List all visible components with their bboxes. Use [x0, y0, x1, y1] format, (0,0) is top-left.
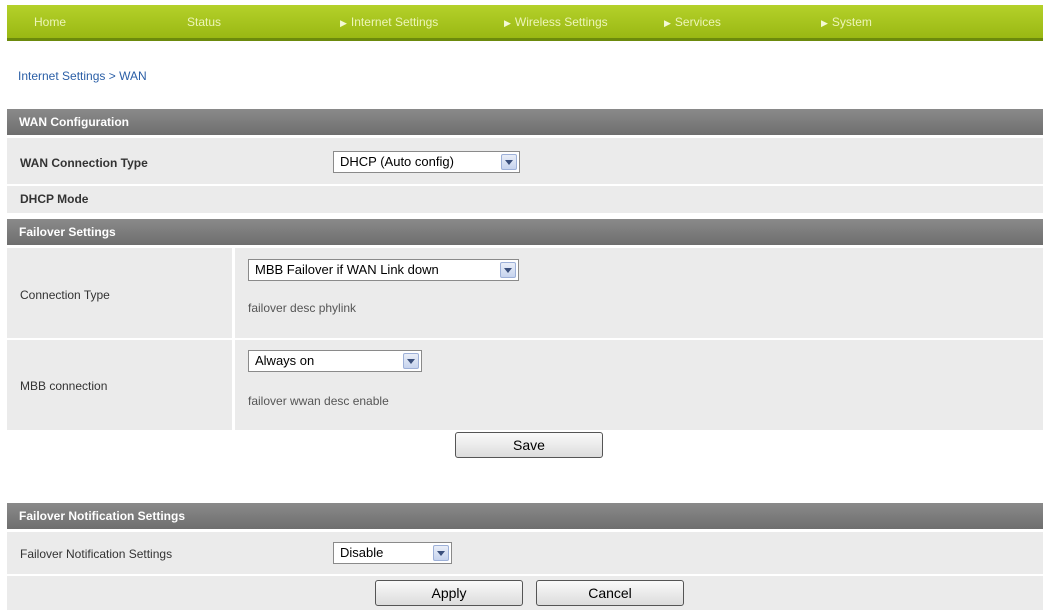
triangle-right-icon: ▶ — [340, 18, 347, 28]
save-button[interactable]: Save — [455, 432, 603, 458]
dhcp-mode-label: DHCP Mode — [20, 192, 89, 206]
wan-connection-type-value: DHCP (Auto config) — [340, 154, 454, 169]
mbb-connection-value: Always on — [255, 353, 315, 368]
mbb-connection-select[interactable]: Always on — [248, 350, 422, 372]
breadcrumb: Internet Settings > WAN — [18, 69, 147, 83]
chevron-down-icon — [500, 262, 516, 278]
mbb-connection-label: MBB connection — [20, 379, 108, 393]
failover-connection-type-select[interactable]: MBB Failover if WAN Link down — [248, 259, 519, 281]
top-nav-bar: Home Status ▶ Internet Settings ▶ Wireless… — [7, 5, 1043, 41]
wan-connection-type-label: WAN Connection Type — [20, 156, 148, 170]
apply-button[interactable]: Apply — [375, 580, 523, 606]
action-buttons-row: Apply Cancel — [7, 576, 1043, 610]
wan-connection-type-row: WAN Connection Type DHCP (Auto config) — [7, 138, 1043, 184]
mbb-connection-desc: failover wwan desc enable — [248, 394, 389, 408]
triangle-right-icon: ▶ — [504, 18, 511, 28]
cancel-button[interactable]: Cancel — [536, 580, 684, 606]
failover-connection-type-value: MBB Failover if WAN Link down — [255, 262, 439, 277]
nav-home[interactable]: Home — [34, 15, 66, 29]
wan-connection-type-select[interactable]: DHCP (Auto config) — [333, 151, 520, 173]
mbb-connection-field-cell: Always on failover wwan desc enable — [235, 340, 1043, 430]
nav-internet-settings-label: Internet Settings — [350, 15, 439, 29]
dhcp-mode-row: DHCP Mode — [7, 186, 1043, 213]
failover-settings-header: Failover Settings — [7, 219, 1043, 245]
nav-internet-settings[interactable]: ▶ Internet Settings — [340, 15, 438, 29]
nav-services[interactable]: ▶ Services — [664, 15, 721, 29]
chevron-down-icon — [433, 545, 449, 561]
failover-notification-select[interactable]: Disable — [333, 542, 452, 564]
triangle-right-icon: ▶ — [664, 18, 671, 28]
failover-connection-type-field-cell: MBB Failover if WAN Link down failover d… — [235, 248, 1043, 338]
chevron-down-icon — [403, 353, 419, 369]
nav-system[interactable]: ▶ System — [821, 15, 872, 29]
nav-services-label: Services — [674, 15, 721, 29]
failover-connection-type-label: Connection Type — [20, 288, 110, 302]
chevron-down-icon — [501, 154, 517, 170]
failover-notification-value: Disable — [340, 545, 384, 560]
failover-notification-label: Failover Notification Settings — [20, 547, 173, 561]
nav-wireless-settings-label: Wireless Settings — [514, 15, 608, 29]
triangle-right-icon: ▶ — [821, 18, 828, 28]
failover-connection-type-label-cell: Connection Type — [7, 248, 232, 338]
nav-system-label: System — [831, 15, 872, 29]
nav-status[interactable]: Status — [187, 15, 221, 29]
failover-notification-row: Failover Notification Settings Disable — [7, 532, 1043, 574]
nav-wireless-settings[interactable]: ▶ Wireless Settings — [504, 15, 608, 29]
failover-connection-type-desc: failover desc phylink — [248, 301, 357, 315]
mbb-connection-label-cell: MBB connection — [7, 340, 232, 430]
failover-notification-header: Failover Notification Settings — [7, 503, 1043, 529]
wan-configuration-header: WAN Configuration — [7, 109, 1043, 135]
